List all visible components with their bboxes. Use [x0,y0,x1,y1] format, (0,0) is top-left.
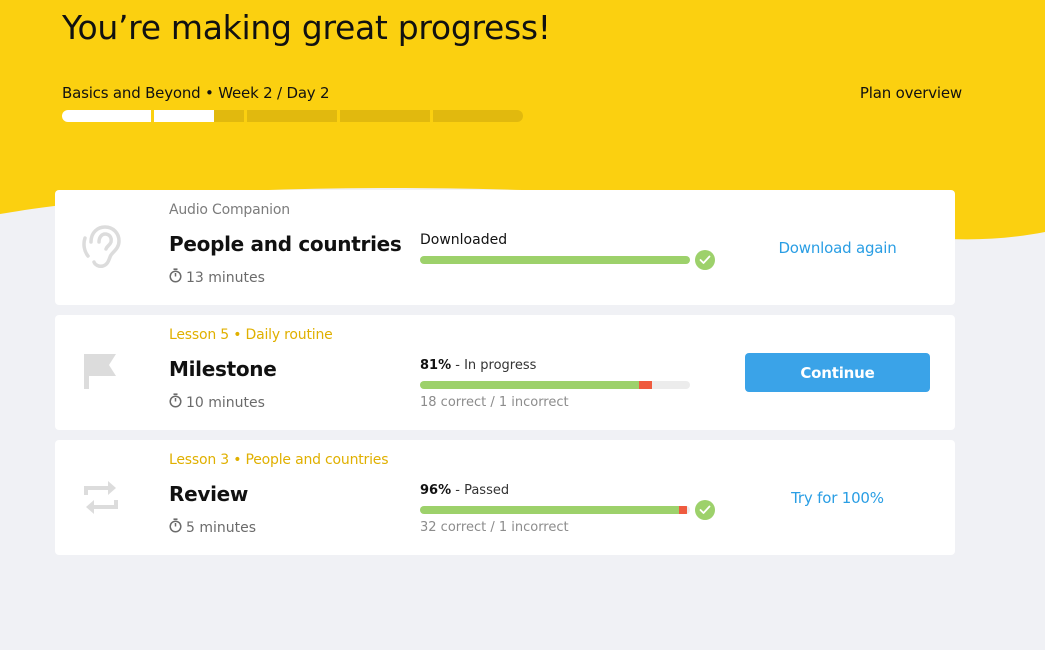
audio-companion-card: Audio Companion People and countries 13 … [55,190,955,305]
card-eyebrow: Lesson 5 • Daily routine [169,327,333,343]
continue-button[interactable]: Continue [745,353,930,392]
check-icon [695,250,715,270]
status-label: 96% - Passed [420,482,509,498]
week-progress-segment [247,110,337,122]
review-card: Lesson 3 • People and countries Review 5… [55,440,955,555]
try-for-100-link[interactable]: Try for 100% [745,489,930,507]
progress-bar [420,381,690,389]
progress-bar [420,506,690,514]
stopwatch-icon [169,268,182,287]
progress-incorrect-fill [679,506,688,514]
check-icon [695,500,715,520]
week-progress-segment [433,110,523,122]
status-label: 81% - In progress [420,357,536,373]
week-progress-segment [340,110,430,122]
card-eyebrow: Audio Companion [169,202,290,218]
score-text: 32 correct / 1 incorrect [420,520,569,535]
status-label: Downloaded [420,232,508,248]
card-eyebrow: Lesson 3 • People and countries [169,452,389,468]
week-progress-bar [62,110,523,122]
week-progress-segment [62,110,151,122]
progress-incorrect-fill [638,381,653,389]
card-duration: 5 minutes [169,518,256,537]
card-title: Milestone [169,357,277,381]
status-text: - In progress [451,358,537,373]
page-title: You’re making great progress! [62,8,551,47]
status-text: - Passed [451,483,510,498]
week-progress-segment-current [154,110,244,122]
progress-correct-fill [420,506,680,514]
duration-text: 13 minutes [186,269,265,286]
duration-text: 10 minutes [186,394,265,411]
repeat-icon [81,474,121,520]
status-percent: 81% [420,358,452,373]
ear-icon [81,224,121,270]
plan-label: Basics and Beyond • Week 2 / Day 2 [62,84,330,102]
progress-correct-fill [420,381,639,389]
plan-overview-link[interactable]: Plan overview [860,84,962,102]
download-again-link[interactable]: Download again [745,239,930,257]
card-title: Review [169,482,249,506]
stopwatch-icon [169,393,182,412]
score-text: 18 correct / 1 incorrect [420,395,569,410]
card-duration: 13 minutes [169,268,265,287]
progress-correct-fill [420,256,690,264]
card-duration: 10 minutes [169,393,265,412]
stopwatch-icon [169,518,182,537]
card-title: People and countries [169,232,402,256]
status-percent: 96% [420,483,452,498]
flag-icon [81,349,121,395]
milestone-card: Lesson 5 • Daily routine Milestone 10 mi… [55,315,955,430]
duration-text: 5 minutes [186,519,257,536]
progress-bar [420,256,690,264]
